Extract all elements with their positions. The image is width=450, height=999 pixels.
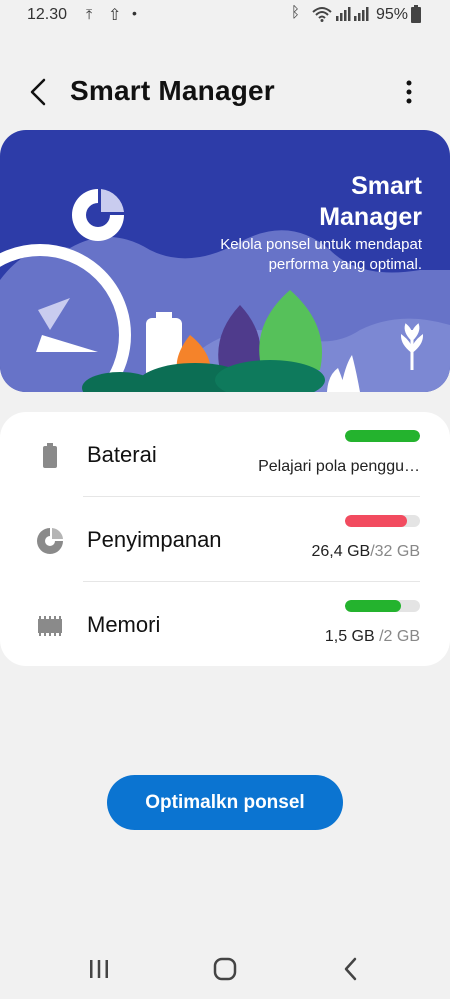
battery-icon (43, 443, 57, 468)
status-bar: 12.30 ⤒ ⇧ • ᛒ 95% (0, 0, 450, 32)
battery-progress-fill (345, 430, 420, 442)
back-chevron-icon[interactable] (22, 74, 58, 110)
memory-chip-icon (38, 616, 62, 636)
home-icon[interactable] (210, 954, 240, 984)
memory-total: /2 GB (379, 628, 420, 645)
storage-usage: 26,4 GB/32 GB (311, 543, 420, 561)
battery-detail: Pelajari pola penggu… (258, 458, 420, 475)
battery-label: Baterai (87, 442, 157, 467)
storage-progress-bar (345, 515, 420, 527)
battery-icon (411, 5, 421, 23)
more-vertical-icon[interactable] (396, 74, 422, 110)
memory-used: 1,5 GB (324, 628, 380, 645)
hero-banner: Smart Manager Kelola ponsel untuk mendap… (0, 130, 450, 392)
smart-manager-logo (72, 189, 124, 241)
optimize-button[interactable]: Optimalkn ponsel (107, 775, 343, 830)
signal-icon (354, 7, 369, 21)
back-icon[interactable] (336, 954, 366, 984)
navigation-bar (0, 938, 450, 999)
memory-row[interactable]: Memori 1,5 GB /2 GB (0, 582, 450, 667)
storage-pie-icon (37, 528, 63, 554)
battery-percent: 95% (376, 6, 409, 23)
battery-progress-bar (345, 430, 420, 442)
hero-title: Smart Manager (319, 172, 422, 231)
memory-usage: 1,5 GB /2 GB (325, 628, 420, 646)
wifi-icon (312, 7, 332, 22)
status-time: 12.30 (27, 6, 68, 23)
memory-progress-bar (345, 600, 420, 612)
page-title: Smart Manager (70, 75, 275, 106)
hero-subtitle: Kelola ponsel untuk mendapat performa ya… (220, 236, 422, 273)
dot-icon: • (132, 5, 137, 21)
signal-icon (336, 7, 351, 21)
storage-used: 26,4 GB (311, 543, 371, 560)
bluetooth-icon: ᛒ (291, 4, 301, 21)
memory-progress-fill (345, 600, 402, 612)
upload-icon: ⇧ (108, 7, 122, 24)
battery-row[interactable]: Baterai Pelajari pola penggu… (0, 412, 450, 497)
upload-icon: ⤒ (86, 6, 93, 22)
storage-label: Penyimpanan (87, 527, 222, 552)
storage-total: /32 GB (370, 543, 420, 560)
storage-progress-fill (345, 515, 408, 527)
app-bar: Smart Manager (0, 60, 450, 124)
storage-row[interactable]: Penyimpanan 26,4 GB/32 GB (0, 497, 450, 582)
memory-label: Memori (87, 612, 161, 637)
status-card: Baterai Pelajari pola penggu… Penyimpana… (0, 412, 450, 666)
recents-icon[interactable] (84, 954, 114, 984)
